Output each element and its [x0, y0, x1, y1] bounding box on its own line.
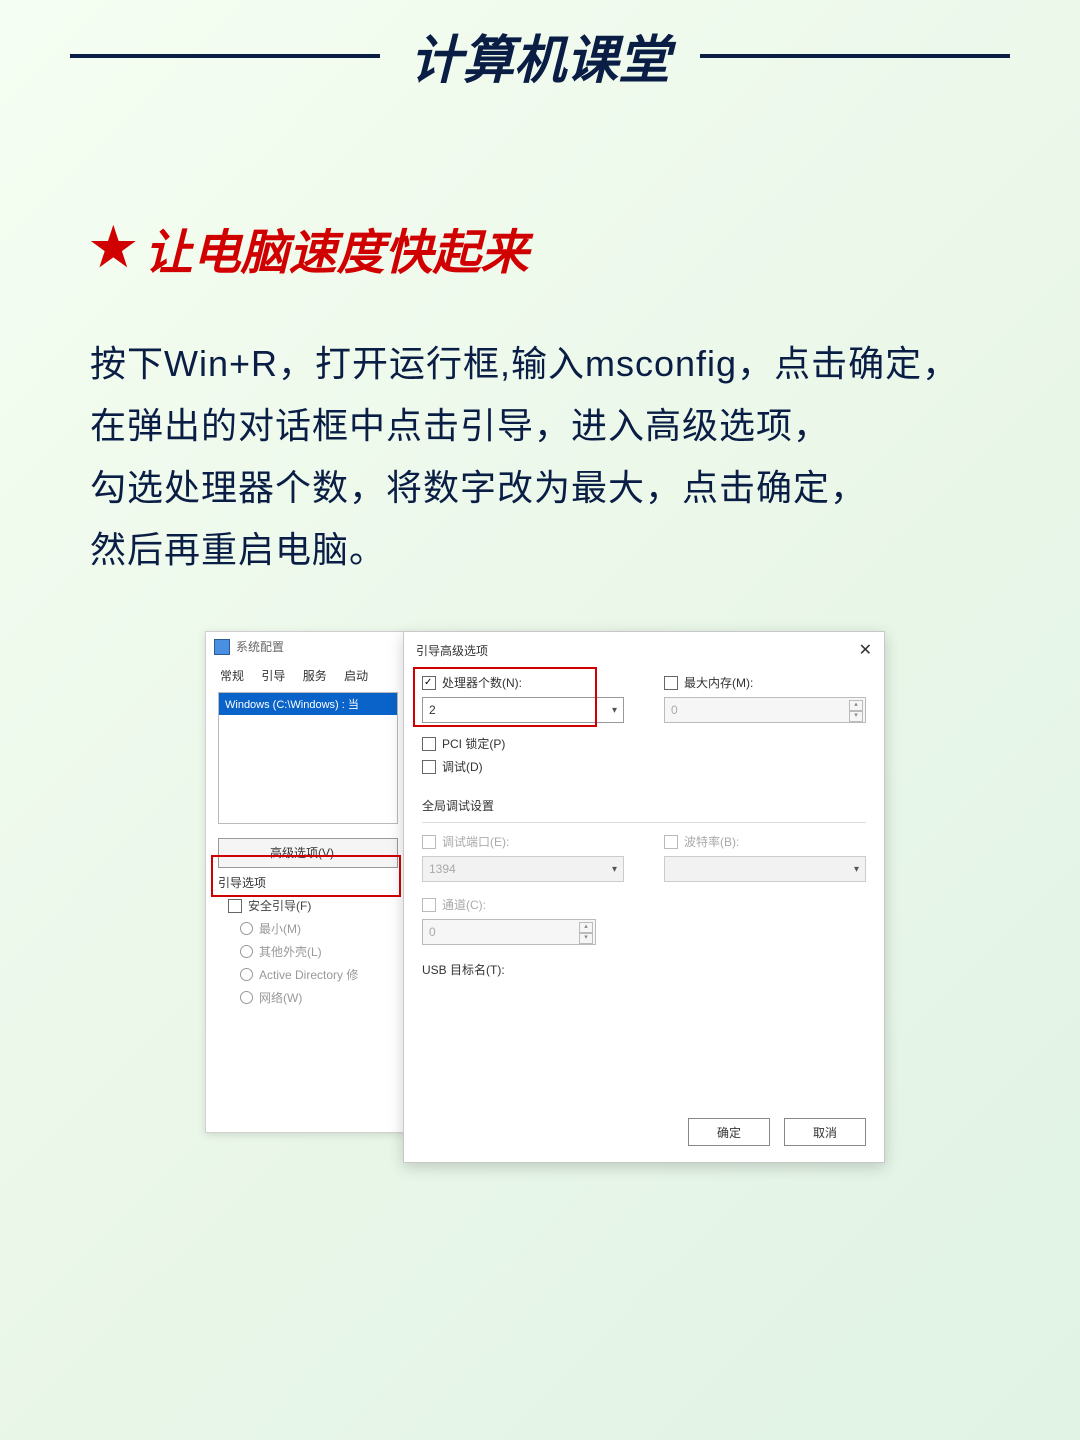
spinner-control[interactable]: ▴ ▾ — [849, 700, 863, 722]
pci-lock-row[interactable]: PCI 锁定(P) — [422, 735, 866, 752]
msconfig-app-icon — [214, 639, 230, 655]
spinner-up-icon: ▴ — [579, 922, 593, 933]
checkbox-icon — [664, 835, 678, 849]
spinner-down-icon: ▾ — [579, 933, 593, 944]
channel-input: 0 ▴ ▾ — [422, 919, 596, 945]
max-memory-input[interactable]: 0 ▴ ▾ — [664, 697, 866, 723]
os-entry-selected[interactable]: Windows (C:\Windows) : 当 — [219, 693, 397, 715]
radio-adrepair: Active Directory 修 — [240, 966, 398, 983]
radio-adrepair-label: Active Directory 修 — [259, 966, 358, 983]
boot-advanced-dialog: 引导高级选项 ✕ 处理器个数(N): 2 ▾ — [403, 631, 885, 1163]
checkbox-icon — [422, 898, 436, 912]
safe-boot-label: 安全引导(F) — [248, 897, 311, 914]
pci-lock-label: PCI 锁定(P) — [442, 735, 505, 752]
page-header: 计算机课堂 — [0, 0, 1080, 93]
tip-line-1: 按下Win+R，打开运行框,输入msconfig，点击确定， — [90, 333, 1000, 395]
content-area: ★ 让电脑速度快起来 按下Win+R，打开运行框,输入msconfig，点击确定… — [0, 93, 1080, 1171]
channel-label: 通道(C): — [442, 896, 486, 913]
page-root: 计算机课堂 ★ 让电脑速度快起来 按下Win+R，打开运行框,输入msconfi… — [0, 0, 1080, 1440]
tab-boot[interactable]: 引导 — [261, 669, 285, 683]
chevron-down-icon: ▾ — [612, 864, 617, 875]
tab-startup[interactable]: 启动 — [344, 669, 368, 683]
radio-icon — [240, 968, 253, 981]
tip-heading: ★ 让电脑速度快起来 — [90, 213, 1000, 283]
dialog-button-row: 确定 取消 — [688, 1118, 866, 1146]
checkbox-icon[interactable] — [664, 676, 678, 690]
max-memory-row[interactable]: 最大内存(M): — [664, 674, 866, 691]
channel-value: 0 — [429, 925, 436, 939]
os-list[interactable]: Windows (C:\Windows) : 当 — [218, 692, 398, 824]
usb-target-label: USB 目标名(T): — [422, 961, 866, 978]
radio-minimal-label: 最小(M) — [259, 920, 301, 937]
tab-general[interactable]: 常规 — [220, 669, 244, 683]
advanced-options-button[interactable]: 高级选项(V)… — [218, 838, 398, 868]
msconfig-titlebar: 系统配置 — [206, 632, 406, 661]
radio-icon — [240, 991, 253, 1004]
radio-network: 网络(W) — [240, 989, 398, 1006]
tip-line-4: 然后再重启电脑。 — [90, 519, 1000, 581]
tip-line-3: 勾选处理器个数，将数字改为最大，点击确定， — [90, 457, 1000, 519]
checkbox-icon[interactable] — [228, 899, 242, 913]
tab-services[interactable]: 服务 — [303, 669, 327, 683]
boot-options-group: 引导选项 安全引导(F) 最小(M) 其他外壳(L) — [218, 874, 398, 1006]
spinner-up-icon[interactable]: ▴ — [849, 700, 863, 711]
tip-line-2: 在弹出的对话框中点击引导，进入高级选项， — [90, 395, 1000, 457]
chevron-down-icon: ▾ — [854, 864, 859, 875]
radio-minimal: 最小(M) — [240, 920, 398, 937]
cancel-button[interactable]: 取消 — [784, 1118, 866, 1146]
spinner-control: ▴ ▾ — [579, 922, 593, 944]
header-title: 计算机课堂 — [410, 18, 670, 93]
advdlg-body: 处理器个数(N): 2 ▾ 最大内存(M): — [404, 668, 884, 990]
baud-row: 波特率(B): — [664, 833, 866, 850]
baud-group: 波特率(B): ▾ — [664, 833, 866, 882]
checkbox-icon[interactable] — [422, 737, 436, 751]
global-debug-title: 全局调试设置 — [422, 797, 866, 814]
checkbox-icon — [422, 835, 436, 849]
divider — [422, 822, 866, 823]
max-memory-label: 最大内存(M): — [684, 674, 753, 691]
radio-icon — [240, 922, 253, 935]
msconfig-window: 系统配置 常规 引导 服务 启动 Windows (C:\Windows) : … — [205, 631, 407, 1133]
close-icon[interactable]: ✕ — [859, 640, 872, 660]
msconfig-tabs: 常规 引导 服务 启动 — [206, 661, 406, 684]
processor-count-dropdown[interactable]: 2 ▾ — [422, 697, 624, 723]
processor-count-row[interactable]: 处理器个数(N): — [422, 674, 624, 691]
debug-port-dropdown: 1394 ▾ — [422, 856, 624, 882]
ok-button[interactable]: 确定 — [688, 1118, 770, 1146]
msconfig-title-text: 系统配置 — [236, 638, 284, 655]
radio-network-label: 网络(W) — [259, 989, 302, 1006]
boot-options-label: 引导选项 — [218, 874, 398, 891]
checkbox-icon[interactable] — [422, 760, 436, 774]
debug-label: 调试(D) — [442, 758, 483, 775]
advdlg-title-text: 引导高级选项 — [416, 642, 488, 659]
safe-boot-checkbox-row[interactable]: 安全引导(F) — [228, 897, 398, 914]
screenshot-composite: 系统配置 常规 引导 服务 启动 Windows (C:\Windows) : … — [205, 631, 885, 1171]
radio-altshell: 其他外壳(L) — [240, 943, 398, 960]
header-rule-right — [700, 54, 1010, 58]
star-icon: ★ — [90, 218, 137, 278]
debug-port-row: 调试端口(E): — [422, 833, 624, 850]
debug-row[interactable]: 调试(D) — [422, 758, 866, 775]
max-memory-group: 最大内存(M): 0 ▴ ▾ — [664, 674, 866, 723]
header-rule-left — [70, 54, 380, 58]
channel-row: 通道(C): — [422, 896, 866, 913]
tip-heading-text: 让电脑速度快起来 — [145, 213, 529, 283]
debug-port-group: 调试端口(E): 1394 ▾ — [422, 833, 624, 882]
processor-count-group: 处理器个数(N): 2 ▾ — [422, 674, 624, 723]
debug-port-value: 1394 — [429, 862, 456, 876]
spinner-down-icon[interactable]: ▾ — [849, 711, 863, 722]
processor-count-label: 处理器个数(N): — [442, 674, 522, 691]
advdlg-titlebar: 引导高级选项 ✕ — [404, 632, 884, 668]
debug-port-label: 调试端口(E): — [442, 833, 509, 850]
processor-count-value: 2 — [429, 703, 436, 717]
max-memory-value: 0 — [671, 703, 678, 717]
checkbox-icon[interactable] — [422, 676, 436, 690]
baud-dropdown: ▾ — [664, 856, 866, 882]
radio-icon — [240, 945, 253, 958]
baud-label: 波特率(B): — [684, 833, 739, 850]
tip-body: 按下Win+R，打开运行框,输入msconfig，点击确定， 在弹出的对话框中点… — [90, 333, 1000, 581]
radio-altshell-label: 其他外壳(L) — [259, 943, 322, 960]
chevron-down-icon: ▾ — [612, 705, 617, 716]
